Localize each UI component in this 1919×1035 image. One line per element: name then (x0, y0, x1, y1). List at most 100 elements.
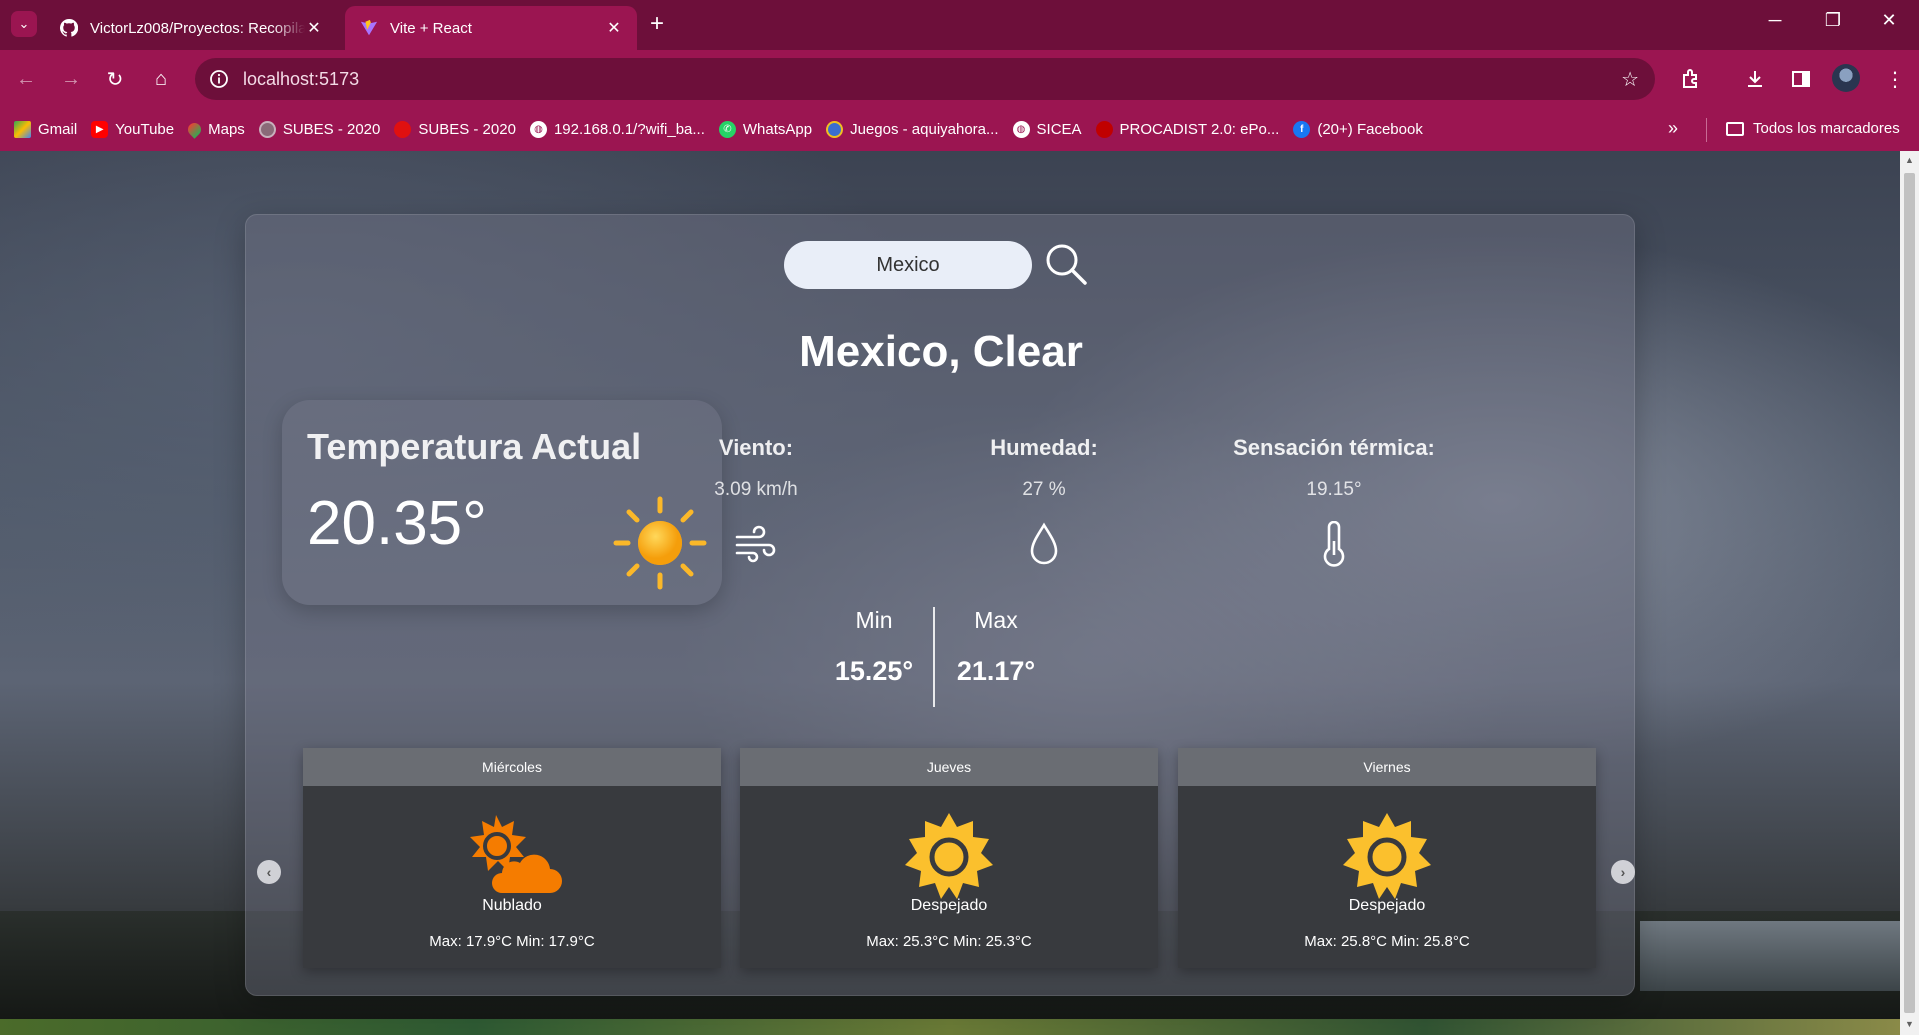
all-bookmarks-button[interactable]: Todos los marcadores (1726, 120, 1900, 137)
forecast-condition: Nublado (482, 897, 542, 914)
tab-strip: ⌄ VictorLz008/Proyectos: Recopila ✕ Vite… (0, 0, 1919, 50)
bookmark-label: WhatsApp (742, 121, 813, 138)
bookmark-separator (1706, 118, 1707, 142)
url-input[interactable] (243, 68, 843, 90)
toolbar: ← → ↻ ⌂ ☆ ⋮ (0, 50, 1919, 108)
browser-chrome: ⌄ VictorLz008/Proyectos: Recopila ✕ Vite… (0, 0, 1919, 151)
city-search-input[interactable] (784, 241, 1032, 289)
forecast-day: Jueves (740, 748, 1158, 786)
tab-title: VictorLz008/Proyectos: Recopila (90, 19, 305, 37)
close-tab-icon[interactable]: ✕ (305, 18, 323, 38)
bookmark-facebook[interactable]: f (20+) Facebook (1293, 121, 1423, 138)
subes-seal-icon (258, 121, 276, 138)
min-max-panel: Min 15.25° Max 21.17° (814, 607, 1054, 707)
bookmark-juegos[interactable]: Juegos - aquiyahora... (826, 121, 999, 138)
min-max-divider (933, 607, 935, 707)
profile-avatar[interactable] (1832, 64, 1860, 92)
reload-button[interactable]: ↻ (100, 64, 130, 94)
download-icon[interactable] (1740, 64, 1770, 94)
vite-icon (359, 18, 379, 38)
wind-value: 3.09 km/h (714, 479, 798, 500)
site-info-icon[interactable] (207, 67, 231, 91)
humidity-value: 27 % (1022, 479, 1066, 500)
forecast-condition: Despejado (910, 897, 988, 914)
forecast-card: Viernes Despejado Max: 25.8°C Min: 25.8°… (1178, 748, 1596, 968)
bookmark-gmail[interactable]: Gmail (14, 121, 77, 138)
sun-icon (899, 813, 999, 901)
bookmark-label: 192.168.0.1/?wifi_ba... (553, 121, 705, 138)
city-title: Mexico, Clear (799, 327, 1083, 376)
bookmark-whatsapp[interactable]: ✆ WhatsApp (718, 121, 813, 138)
bookmark-procadist[interactable]: PROCADIST 2.0: ePo... (1095, 121, 1279, 138)
current-temperature-value: 20.35° (307, 489, 487, 558)
home-button[interactable]: ⌂ (146, 64, 176, 94)
bookmark-star-icon[interactable]: ☆ (1621, 67, 1639, 92)
humidity-stat: Humedad: 27 % (914, 435, 1174, 571)
bookmark-subes-1[interactable]: SUBES - 2020 (258, 121, 381, 138)
page-scrollbar[interactable]: ▲ ▼ (1900, 151, 1919, 1035)
menu-kebab-icon[interactable]: ⋮ (1880, 64, 1910, 94)
feels-like-label: Sensación térmica: (1233, 435, 1435, 460)
forecast-day: Miércoles (303, 748, 721, 786)
forecast-range: Max: 25.8°C Min: 25.8°C (1304, 933, 1470, 950)
whatsapp-icon: ✆ (718, 121, 736, 138)
tab-search-button[interactable]: ⌄ (11, 11, 37, 37)
scrollbar-thumb[interactable] (1904, 173, 1915, 1013)
weather-card: Mexico, Clear Temperatura Actual 20.35° … (245, 214, 1635, 996)
bookmark-label: Gmail (38, 121, 78, 138)
bookmark-router[interactable]: ◍ 192.168.0.1/?wifi_ba... (529, 121, 705, 138)
youtube-icon: ▶ (91, 121, 109, 138)
minimize-button[interactable]: ─ (1752, 10, 1798, 31)
thermometer-icon (1204, 521, 1464, 571)
partly-cloudy-icon (462, 813, 562, 901)
bookmark-label: (20+) Facebook (1317, 121, 1423, 138)
carousel-prev-button[interactable]: ‹ (257, 860, 281, 884)
bookmark-label: Juegos - aquiyahora... (850, 121, 999, 138)
facebook-icon: f (1293, 121, 1311, 138)
humidity-label: Humedad: (990, 435, 1098, 460)
max-label: Max (974, 607, 1018, 633)
feels-like-stat: Sensación térmica: 19.15° (1204, 435, 1464, 571)
restore-button[interactable]: ❐ (1810, 10, 1856, 31)
bookmark-label: Maps (208, 121, 245, 138)
forecast-condition: Despejado (1348, 897, 1426, 914)
bookmark-youtube[interactable]: ▶ YouTube (91, 121, 174, 138)
min-value: 15.25° (834, 656, 914, 686)
wind-stat: Viento: 3.09 km/h (626, 435, 886, 571)
bookmark-label: SICEA (1036, 121, 1082, 138)
new-tab-button[interactable]: + (650, 12, 664, 36)
address-bar[interactable]: ☆ (195, 58, 1655, 100)
scroll-down-icon[interactable]: ▼ (1905, 1019, 1914, 1029)
tab-vite-react[interactable]: Vite + React ✕ (345, 6, 637, 50)
carousel-next-button[interactable]: › (1611, 860, 1635, 884)
scroll-up-icon[interactable]: ▲ (1905, 155, 1914, 165)
back-button[interactable]: ← (11, 64, 41, 94)
forecast-range: Max: 17.9°C Min: 17.9°C (429, 933, 595, 950)
min-label: Min (855, 607, 893, 633)
sun-icon (1337, 813, 1437, 901)
more-bookmarks-icon[interactable]: » (1668, 118, 1678, 139)
folder-icon (1726, 121, 1744, 136)
close-window-button[interactable]: ✕ (1866, 10, 1912, 31)
side-panel-icon[interactable] (1786, 64, 1816, 94)
bookmark-label: YouTube (115, 121, 175, 138)
forecast-card: Jueves Despejado Max: 25.3°C Min: 25.3°C (740, 748, 1158, 968)
close-tab-icon[interactable]: ✕ (605, 18, 623, 38)
forward-button[interactable]: → (56, 64, 86, 94)
current-temperature-label: Temperatura Actual (307, 426, 642, 467)
bookmark-label: SUBES - 2020 (282, 121, 381, 138)
landscape-lake (1640, 921, 1900, 991)
search-icon[interactable] (1043, 241, 1089, 287)
bookmark-maps[interactable]: Maps (185, 120, 245, 139)
bookmark-subes-2[interactable]: SUBES - 2020 (394, 121, 516, 138)
red-circle-icon (394, 121, 412, 138)
wind-label: Viento: (718, 435, 794, 460)
globe-icon: ◍ (529, 121, 547, 138)
wind-icon (626, 521, 886, 571)
github-icon (59, 18, 79, 38)
maps-icon (185, 120, 204, 139)
google-drive-icon (14, 121, 31, 138)
tab-github[interactable]: VictorLz008/Proyectos: Recopila ✕ (45, 6, 337, 50)
extensions-icon[interactable] (1676, 64, 1706, 94)
bookmark-sicea[interactable]: ◍ SICEA (1012, 121, 1082, 138)
